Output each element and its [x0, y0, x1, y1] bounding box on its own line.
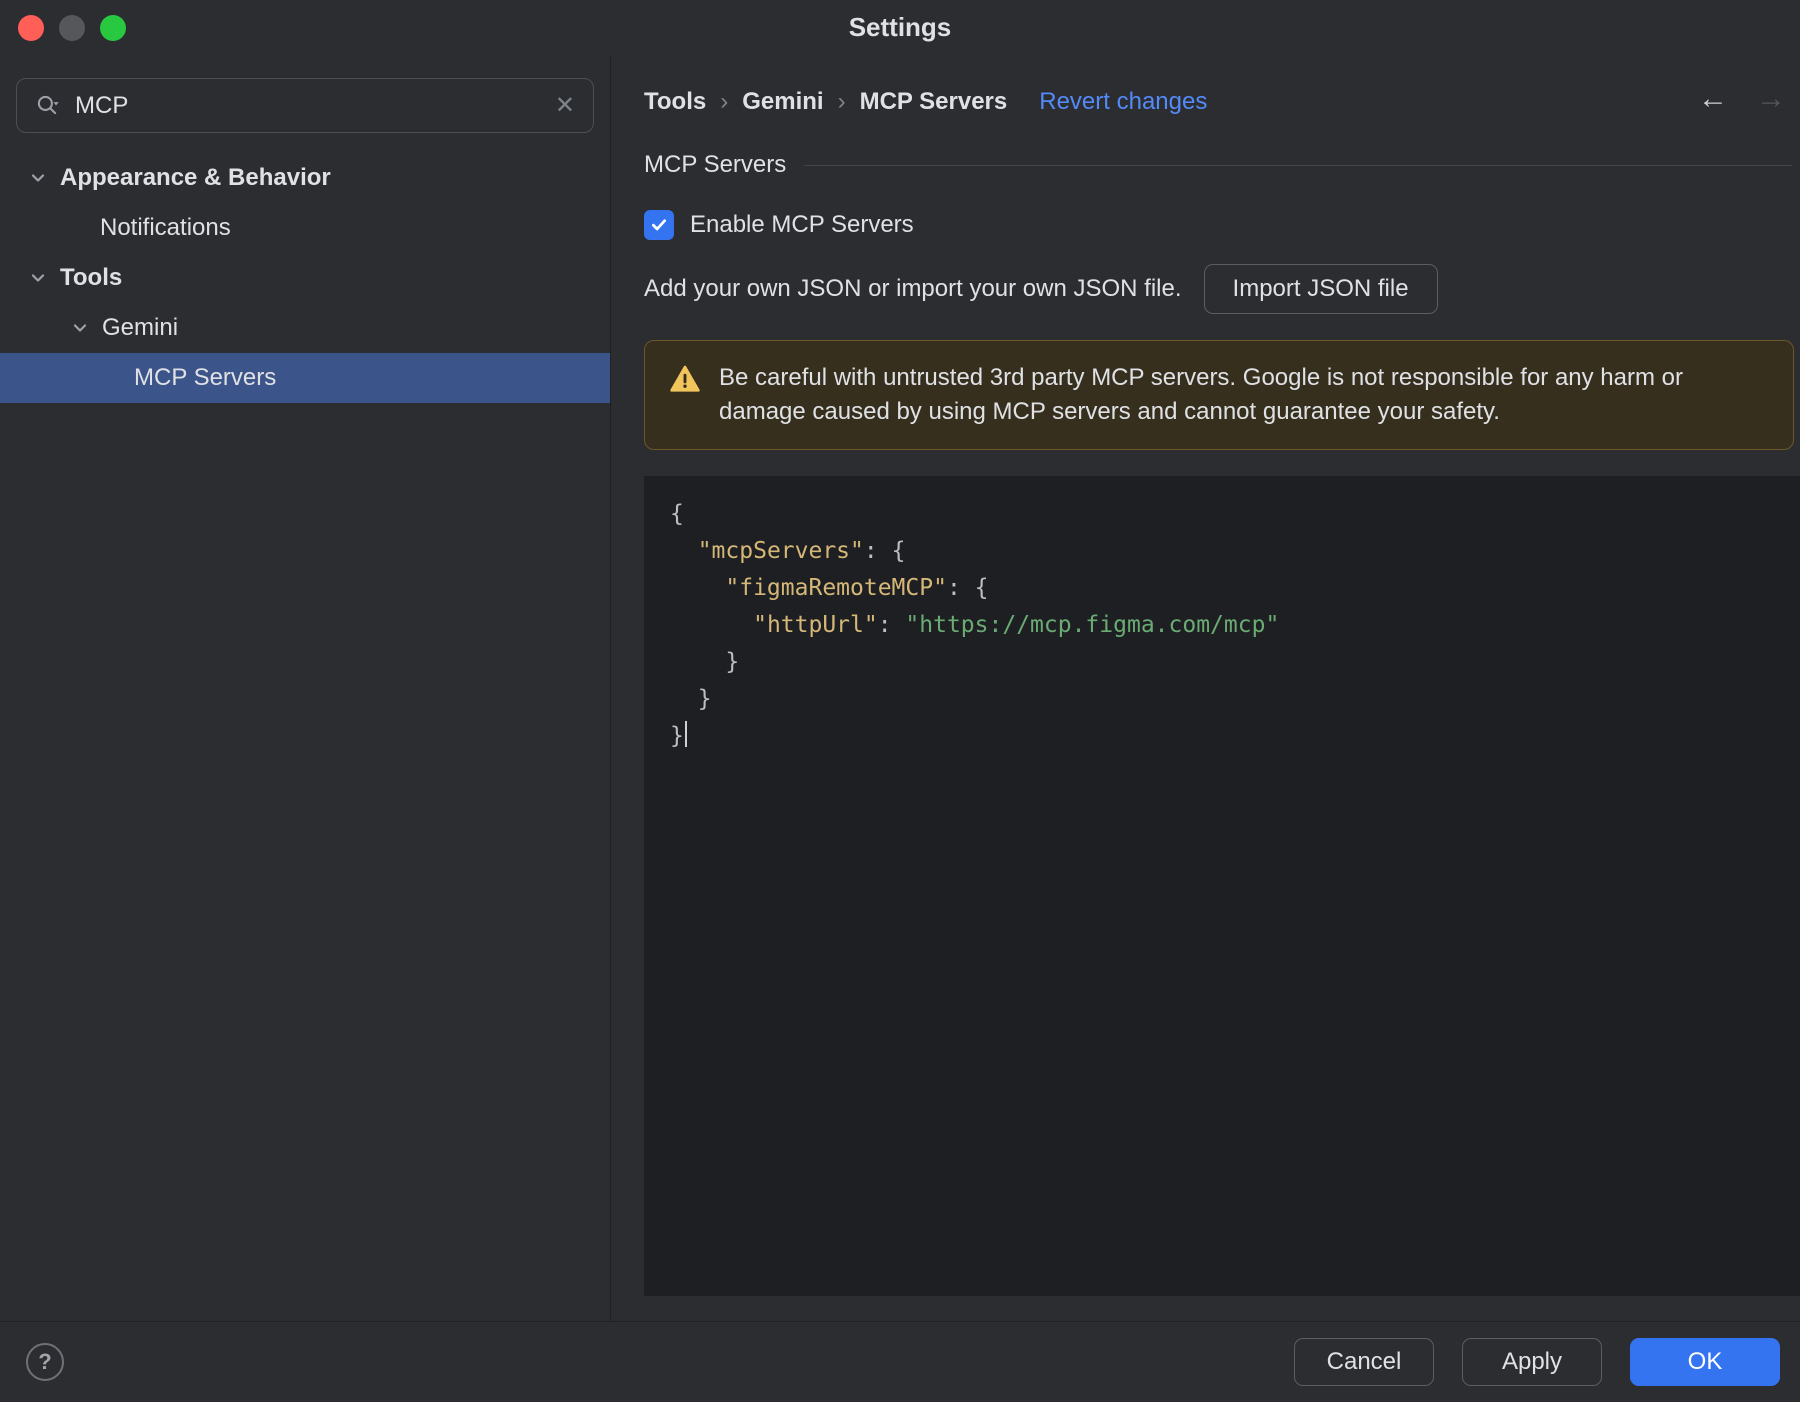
- json-editor-code[interactable]: { "mcpServers": { "figmaRemoteMCP": { "h…: [644, 476, 1800, 755]
- sidebar-item-tools[interactable]: Tools: [0, 253, 610, 303]
- sidebar-item-label: Appearance & Behavior: [60, 164, 331, 191]
- titlebar: Settings: [0, 0, 1800, 56]
- chevron-down-icon[interactable]: [28, 168, 48, 188]
- warning-banner: Be careful with untrusted 3rd party MCP …: [644, 340, 1794, 450]
- breadcrumb-separator-icon: ›: [720, 88, 729, 115]
- sidebar-item-label: Notifications: [100, 214, 231, 241]
- settings-tree: Appearance & Behavior Notifications Tool…: [0, 153, 610, 403]
- search-icon: [35, 93, 61, 119]
- history-navigation: ← →: [1698, 82, 1786, 116]
- settings-search-field[interactable]: MCP ✕: [16, 78, 594, 133]
- breadcrumb-item-tools[interactable]: Tools: [644, 88, 706, 116]
- search-input[interactable]: MCP: [75, 92, 541, 120]
- text-cursor: [684, 721, 687, 747]
- sidebar-item-mcp-servers[interactable]: MCP Servers: [0, 353, 610, 403]
- warning-icon: [669, 364, 701, 399]
- sidebar-item-notifications[interactable]: Notifications: [0, 203, 610, 253]
- section-header: MCP Servers: [644, 150, 1800, 180]
- mcp-servers-panel: Tools › Gemini › MCP Servers Revert chan…: [611, 56, 1800, 1321]
- help-icon: ?: [38, 1349, 52, 1374]
- import-json-row: Add your own JSON or import your own JSO…: [644, 264, 1800, 314]
- sidebar-item-label: MCP Servers: [134, 364, 277, 391]
- apply-button[interactable]: Apply: [1462, 1338, 1602, 1386]
- window-title: Settings: [848, 12, 952, 42]
- help-button[interactable]: ?: [26, 1343, 64, 1381]
- sidebar-item-label: Tools: [60, 264, 123, 291]
- breadcrumb: Tools › Gemini › MCP Servers Revert chan…: [644, 72, 1800, 132]
- enable-mcp-checkbox[interactable]: [644, 210, 674, 240]
- forward-icon: →: [1756, 82, 1786, 115]
- section-title: MCP Servers: [644, 151, 787, 178]
- breadcrumb-separator-icon: ›: [837, 88, 846, 115]
- chevron-down-icon[interactable]: [28, 268, 48, 288]
- revert-changes-link[interactable]: Revert changes: [1039, 88, 1207, 116]
- import-json-file-button[interactable]: Import JSON file: [1203, 264, 1438, 314]
- settings-window: Settings MCP ✕ Appearance & Behavior Not…: [0, 0, 1800, 1402]
- clear-search-icon[interactable]: ✕: [555, 91, 575, 120]
- cancel-button[interactable]: Cancel: [1294, 1338, 1434, 1386]
- chevron-down-icon[interactable]: [70, 318, 90, 338]
- breadcrumb-item-mcp-servers: MCP Servers: [859, 88, 1008, 115]
- sidebar-item-appearance-behavior[interactable]: Appearance & Behavior: [0, 153, 610, 203]
- section-divider: [804, 164, 1792, 166]
- footer-buttons: Cancel Apply OK: [1294, 1338, 1780, 1386]
- add-json-text: Add your own JSON or import your own JSO…: [644, 275, 1182, 302]
- enable-mcp-row: Enable MCP Servers: [644, 210, 1800, 240]
- sidebar-item-gemini[interactable]: Gemini: [0, 303, 610, 353]
- dialog-footer: ? Cancel Apply OK: [0, 1321, 1800, 1402]
- enable-mcp-label[interactable]: Enable MCP Servers: [690, 211, 914, 239]
- back-icon[interactable]: ←: [1698, 82, 1728, 116]
- settings-sidebar: MCP ✕ Appearance & Behavior Notification…: [0, 56, 610, 1321]
- ok-button[interactable]: OK: [1630, 1338, 1780, 1386]
- breadcrumb-item-gemini[interactable]: Gemini: [742, 88, 823, 116]
- warning-text: Be careful with untrusted 3rd party MCP …: [719, 364, 1683, 425]
- sidebar-item-label: Gemini: [102, 314, 179, 341]
- json-editor[interactable]: { "mcpServers": { "figmaRemoteMCP": { "h…: [644, 476, 1800, 1296]
